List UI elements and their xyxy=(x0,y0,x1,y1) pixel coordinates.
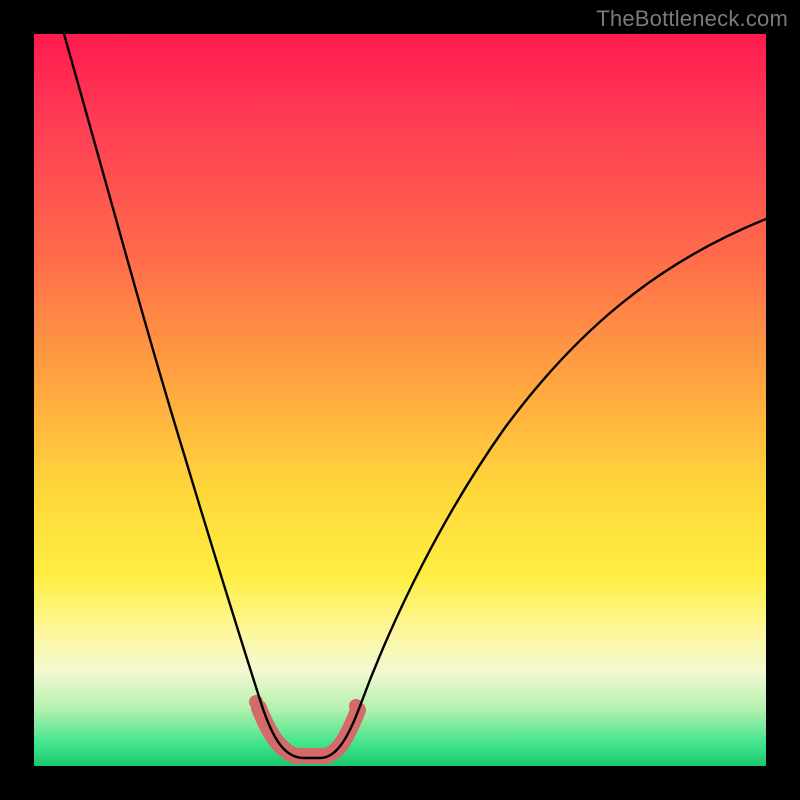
highlight-segment xyxy=(259,708,358,756)
chart-frame: TheBottleneck.com xyxy=(0,0,800,800)
watermark-text: TheBottleneck.com xyxy=(596,6,788,32)
chart-svg xyxy=(34,34,766,766)
plot-area xyxy=(34,34,766,766)
bottleneck-curve xyxy=(64,34,766,758)
